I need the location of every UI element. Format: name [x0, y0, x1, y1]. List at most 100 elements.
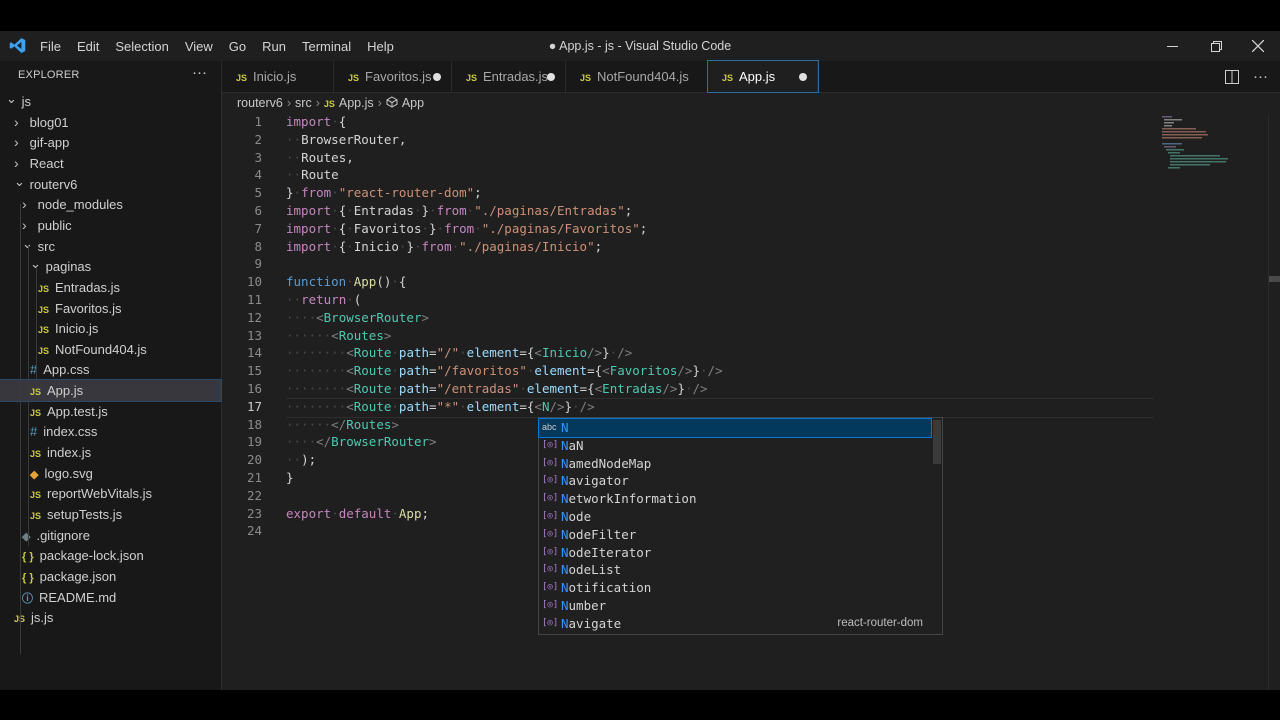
tree-folder[interactable]: ⌄ js — [0, 91, 221, 112]
tree-file[interactable]: JS App.test.js — [0, 401, 221, 422]
tab-entradas-js[interactable]: JS Entradas.js — [452, 61, 566, 92]
code-line[interactable]: } — [286, 470, 294, 485]
suggestion-item[interactable]: [◎] NodeIterator — [539, 544, 931, 562]
suggestion-rest: otification — [568, 580, 652, 596]
suggestion-rest: ode — [568, 509, 592, 524]
breadcrumb-item[interactable]: src — [295, 96, 312, 110]
code-line[interactable]: ··Routes, — [286, 150, 354, 165]
more-actions-icon[interactable]: ··· — [1253, 68, 1268, 85]
tree-file[interactable]: { } package-lock.json — [0, 545, 221, 566]
code-token: BrowserRouter, — [301, 131, 407, 147]
menu-edit[interactable]: Edit — [69, 39, 107, 54]
suggestion-item[interactable]: [◎] Navigator — [539, 472, 931, 490]
menu-terminal[interactable]: Terminal — [294, 39, 359, 54]
more-actions-icon[interactable]: ··· — [192, 64, 207, 81]
breadcrumb-item[interactable]: App.js — [339, 96, 374, 110]
tree-file[interactable]: ◆ .gitignore — [0, 525, 221, 546]
editor-scrollbar[interactable] — [1268, 114, 1280, 690]
menu-view[interactable]: View — [177, 39, 221, 54]
code-line[interactable]: ······<Routes> — [286, 328, 391, 343]
menu-run[interactable]: Run — [254, 39, 294, 54]
tree-folder[interactable]: › React — [0, 153, 221, 174]
code-line[interactable]: ··return·( — [286, 292, 361, 307]
tree-folder[interactable]: › node_modules — [0, 194, 221, 215]
tab-app-js[interactable]: JS App.js — [707, 60, 819, 93]
suggestion-item[interactable]: [◎] NamedNodeMap — [539, 455, 931, 473]
tab-favoritos-js[interactable]: JS Favoritos.js — [334, 61, 452, 92]
menu-selection[interactable]: Selection — [107, 39, 176, 54]
tree-file[interactable]: ◆ logo.svg — [0, 463, 221, 484]
code-line[interactable]: import·{·Favoritos·}·from·"./paginas/Fav… — [286, 221, 647, 236]
code-line[interactable]: ····</BrowserRouter> — [286, 434, 437, 449]
tree-file[interactable]: # index.css — [0, 421, 221, 442]
code-line[interactable]: }·from·"react-router-dom"; — [286, 185, 482, 200]
code-line[interactable]: ······</Routes> — [286, 417, 399, 432]
code-token: } — [564, 398, 573, 414]
suggestion-item[interactable]: [◎] Number — [539, 597, 931, 615]
tree-file[interactable]: ⓘ README.md — [0, 587, 221, 608]
close-window-button[interactable] — [1236, 31, 1280, 61]
code-token: import — [286, 220, 332, 236]
code-token: } — [429, 220, 437, 236]
breadcrumb-item[interactable]: App — [402, 96, 424, 110]
unsaved-dot-icon[interactable] — [547, 73, 555, 81]
suggestion-item[interactable]: [◎] NetworkInformation — [539, 490, 931, 508]
menu-help[interactable]: Help — [359, 39, 402, 54]
suggest-scrollbar[interactable] — [933, 420, 941, 464]
autocomplete-suggestions[interactable]: abc N [◎] NaN [◎] NamedNodeMap [◎] Navigator [◎]… — [538, 417, 943, 635]
tree-file[interactable]: # App.css — [0, 359, 221, 380]
code-line[interactable]: export·default·App; — [286, 506, 429, 521]
split-editor-icon[interactable] — [1225, 69, 1239, 84]
unsaved-dot-icon[interactable] — [433, 73, 441, 81]
tree-file[interactable]: JS setupTests.js — [0, 504, 221, 525]
suggestion-item[interactable]: [◎] NodeList — [539, 561, 931, 579]
tree-item-label: node_modules — [37, 197, 123, 213]
scrollbar-thumb[interactable] — [1269, 276, 1280, 282]
tree-folder[interactable]: › gif-app — [0, 132, 221, 153]
tree-file[interactable]: JS reportWebVitals.js — [0, 483, 221, 504]
suggestion-item[interactable]: abc N — [538, 418, 932, 438]
suggestion-item[interactable]: [◎] NaN — [539, 437, 931, 455]
code-line[interactable]: import·{ — [286, 114, 346, 129]
code-line[interactable]: function·App()·{ — [286, 274, 406, 289]
minimize-button[interactable] — [1150, 31, 1194, 61]
code-line[interactable]: ········<Route·path="/entradas"·element=… — [286, 381, 708, 396]
tree-file[interactable]: JS Inicio.js — [0, 318, 221, 339]
code-line[interactable]: ··BrowserRouter, — [286, 132, 406, 147]
suggestion-item[interactable]: [◎] NodeFilter — [539, 526, 931, 544]
tab-inicio-js[interactable]: JS Inicio.js — [222, 61, 334, 92]
tree-file[interactable]: JS NotFound404.js — [0, 339, 221, 360]
suggestion-item[interactable]: [◎] Navigate react-router-dom — [539, 615, 931, 633]
tree-file[interactable]: JS Entradas.js — [0, 277, 221, 298]
code-line[interactable]: ········<Route·path="/"·element={<Inicio… — [286, 345, 632, 360]
code-token: < — [346, 381, 354, 396]
tree-item-label: package.json — [39, 568, 117, 584]
code-line[interactable]: import·{·Inicio·}·from·"./paginas/Inicio… — [286, 239, 602, 254]
tree-folder[interactable]: ⌄ routerv6 — [0, 174, 221, 195]
tab-notfound404-js[interactable]: JS NotFound404.js — [566, 61, 708, 92]
restore-button[interactable] — [1194, 31, 1238, 61]
code-token: </ — [331, 416, 347, 432]
breadcrumb-item[interactable]: routerv6 — [237, 96, 283, 110]
code-line[interactable]: ··); — [286, 452, 316, 467]
code-line[interactable]: ········<Route·path="*"·element={<N/>}·/… — [286, 399, 595, 414]
tree-folder[interactable]: › blog01 — [0, 112, 221, 133]
tree-file[interactable]: JSjs.js — [0, 607, 221, 628]
tab-label: Inicio.js — [253, 69, 297, 84]
unsaved-dot-icon[interactable] — [799, 73, 807, 81]
tree-file[interactable]: { } package.json — [0, 566, 221, 587]
code-line[interactable]: ··Route — [286, 167, 339, 182]
menu-go[interactable]: Go — [221, 39, 254, 54]
tree-folder[interactable]: ⌄ paginas — [0, 256, 221, 277]
tree-file[interactable]: JS App.js — [0, 379, 222, 403]
minimap[interactable] — [1160, 114, 1268, 174]
code-line[interactable]: ········<Route·path="/favoritos"·element… — [286, 363, 723, 378]
code-line[interactable]: ····<BrowserRouter> — [286, 310, 429, 325]
tree-file[interactable]: JS Favoritos.js — [0, 298, 221, 319]
suggestion-item[interactable]: [◎] Node — [539, 508, 931, 526]
suggestion-item[interactable]: [◎] Notification — [539, 579, 931, 597]
tree-file[interactable]: JS index.js — [0, 442, 221, 463]
code-line[interactable]: import·{·Entradas·}·from·"./paginas/Entr… — [286, 203, 632, 218]
menu-file[interactable]: File — [32, 39, 69, 54]
vscode-logo-icon[interactable] — [9, 37, 26, 54]
